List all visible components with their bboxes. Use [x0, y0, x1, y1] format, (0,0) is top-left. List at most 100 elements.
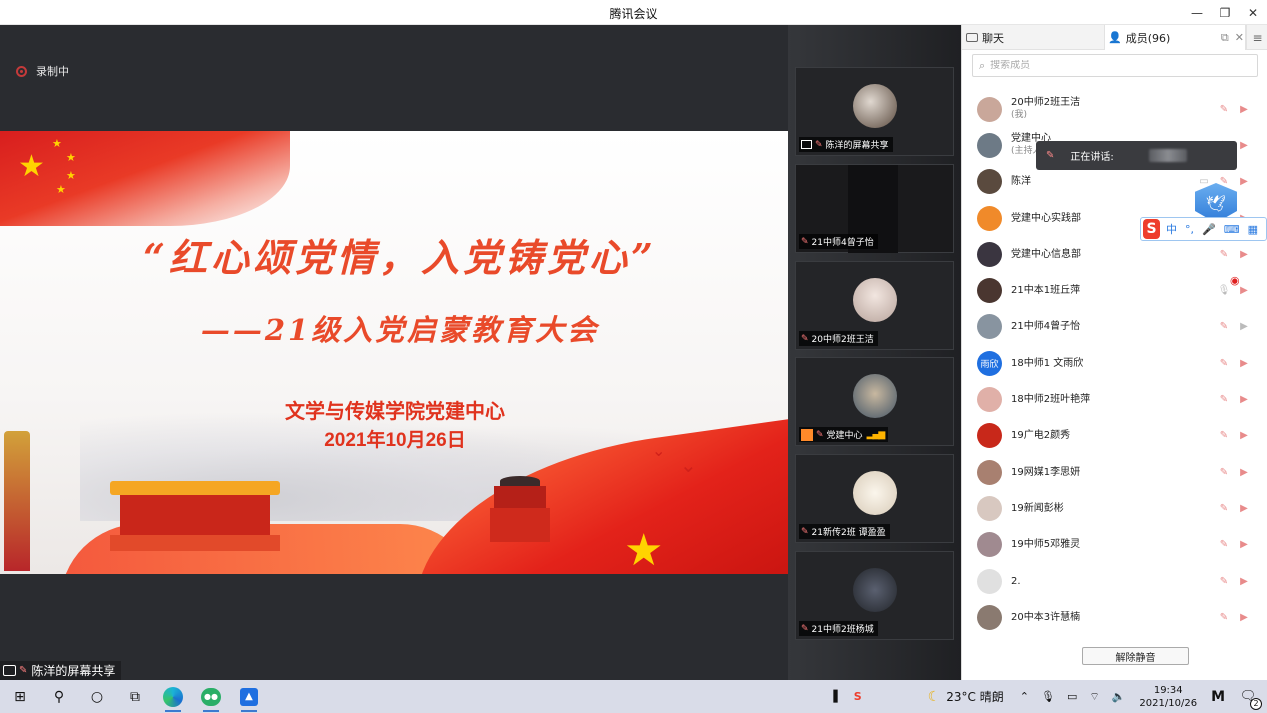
pillar-graphic: [4, 431, 30, 571]
mic-muted-icon[interactable]: ✎: [1214, 394, 1234, 405]
member-list: 20中师2班王洁(我)✎▶党建中心(主持人)✎▶陈洋▭✎▶党建中心实践部✎▶党建…: [962, 91, 1267, 635]
window-controls: — ❐ ✕: [1183, 0, 1267, 25]
mic-muted-icon[interactable]: ✎: [1214, 430, 1234, 441]
tab-chat[interactable]: 聊天: [966, 25, 1104, 50]
wechat-icon[interactable]: ●●: [192, 680, 230, 713]
member-row[interactable]: 21中师4曾子怡 ✎ ▶: [962, 309, 1267, 345]
wifi-icon[interactable]: ⌔: [1089, 690, 1099, 704]
slide-title: “红心颂党情，入党铸党心”: [143, 235, 657, 280]
avatar: [977, 459, 1002, 485]
app-tray-icon[interactable]: M: [1211, 689, 1225, 705]
weather-widget[interactable]: ☾ 23°C 晴朗: [928, 688, 1004, 705]
camera-off-icon[interactable]: ▶: [1234, 249, 1254, 260]
camera-off-icon[interactable]: ▶: [1234, 503, 1254, 514]
search-icon[interactable]: ⚲: [40, 680, 78, 713]
notification-icon[interactable]: 🗨 2: [1237, 686, 1262, 710]
mic-tray-icon[interactable]: 🎙: [1041, 690, 1055, 703]
menu-icon[interactable]: ≡: [1246, 25, 1267, 50]
member-search[interactable]: ⌕: [972, 54, 1258, 77]
sogou-tray-icon[interactable]: S: [854, 690, 862, 703]
member-row[interactable]: 20中师2班王洁 (我) ✎ ▶: [962, 91, 1267, 127]
video-tile[interactable]: ✎ 21中师2班杨城: [795, 551, 954, 640]
battery-icon[interactable]: ▭: [1067, 690, 1077, 703]
edge-browser-icon[interactable]: [154, 680, 192, 713]
ime-mode[interactable]: 中: [1166, 221, 1177, 237]
chevron-up-icon[interactable]: ⌃: [1020, 690, 1029, 703]
video-tile[interactable]: ✎ 陈洋的屏幕共享: [795, 67, 954, 156]
volume-icon[interactable]: 🔈: [1112, 690, 1126, 703]
member-name: 党建中心信息部: [1011, 248, 1081, 260]
camera-off-icon[interactable]: ▶: [1234, 612, 1254, 623]
camera-off-icon[interactable]: ▶: [1234, 576, 1254, 587]
mic-icon[interactable]: 🎙: [1214, 285, 1234, 296]
mic-muted-icon[interactable]: ✎: [1214, 104, 1234, 115]
camera-off-icon[interactable]: ▶: [1234, 104, 1254, 115]
member-row[interactable]: 18中师2班叶艳萍 ✎ ▶: [962, 381, 1267, 417]
ime-toolbar[interactable]: S 中 °, 🎤 ⌨ ▦: [1140, 217, 1267, 241]
video-tile[interactable]: ✎ 21新传2班 谭盈盈: [795, 454, 954, 543]
unmute-button[interactable]: 解除静音: [1082, 647, 1189, 665]
bird-icon: ⌄: [652, 441, 666, 460]
camera-off-icon[interactable]: ▶: [1234, 430, 1254, 441]
camera-off-icon[interactable]: ▶: [1234, 285, 1254, 296]
mic-muted-icon: ✎: [801, 526, 809, 537]
mic-muted-icon[interactable]: ✎: [1214, 503, 1234, 514]
sogou-logo-icon[interactable]: S: [1143, 219, 1160, 239]
member-row[interactable]: 党建中心信息部 ◉ ✎ ▶: [962, 236, 1267, 287]
mic-muted-icon[interactable]: ✎: [1214, 249, 1234, 260]
video-tile[interactable]: ✎ 20中师2班王洁: [795, 261, 954, 350]
mic-muted-icon[interactable]: ✎: [1214, 576, 1234, 587]
member-row[interactable]: 20中本3许慧楠 ✎ ▶: [962, 599, 1267, 635]
ime-keyboard-icon[interactable]: ⌨: [1224, 223, 1240, 236]
mic-muted-icon[interactable]: ✎: [1214, 321, 1234, 332]
camera-off-icon[interactable]: ▶: [1234, 140, 1254, 151]
avatar: [977, 604, 1002, 630]
windows-start-icon[interactable]: ⊞: [0, 680, 40, 713]
mic-muted-icon[interactable]: ✎: [1214, 612, 1234, 623]
camera-off-icon[interactable]: ▶: [1234, 539, 1254, 550]
member-row[interactable]: 19新闻彭彬 ✎ ▶: [962, 490, 1267, 526]
mic-muted-icon[interactable]: ✎: [1214, 358, 1234, 369]
member-row[interactable]: 19广电2颜秀 ✎ ▶: [962, 418, 1267, 454]
mic-muted-icon[interactable]: ✎: [1214, 539, 1234, 550]
member-name: 20中本3许慧楠: [1011, 611, 1081, 623]
member-row[interactable]: 雨欣 18中师1 文雨欣 ✎ ▶: [962, 345, 1267, 381]
restore-icon[interactable]: ❐: [1211, 0, 1239, 25]
shared-slide: ★ ★ ★ ★ ★ ★ ⌄ ⌄ “红心颂党情，入党铸党心” ——21级入党启蒙教…: [0, 131, 788, 574]
popout-icon[interactable]: ⧉: [1221, 31, 1229, 45]
ime-grid-icon[interactable]: ▦: [1248, 223, 1258, 236]
cortana-icon[interactable]: ○: [78, 680, 116, 713]
recording-label: 录制中: [36, 65, 69, 78]
ime-mic-icon[interactable]: 🎤: [1202, 223, 1216, 236]
minimize-icon[interactable]: —: [1183, 0, 1211, 25]
member-row[interactable]: 19网媒1李思妍 ✎ ▶: [962, 454, 1267, 490]
member-row[interactable]: 21中本1班丘萍 🎙 ▶: [962, 272, 1267, 308]
camera-off-icon[interactable]: ▶: [1234, 394, 1254, 405]
screen-share-icon: [801, 140, 812, 149]
mic-muted-icon: ✎: [801, 236, 809, 247]
member-row[interactable]: 2. ✎ ▶: [962, 563, 1267, 599]
camera-off-icon[interactable]: ▶: [1234, 358, 1254, 369]
video-tile[interactable]: ✎ 党建中心 ▂▄▆: [795, 357, 954, 446]
clock[interactable]: 19:34 2021/10/26: [1139, 684, 1197, 710]
meeting-stage: 录制中 ★ ★ ★ ★ ★ ★ ⌄ ⌄ “红心颂党情，入党铸党心” ——21级入…: [0, 25, 788, 680]
camera-off-icon[interactable]: ▶: [1234, 467, 1254, 478]
mic-muted-icon: ✎: [815, 139, 823, 150]
camera-off-icon[interactable]: ▶: [1234, 176, 1254, 187]
ime-punct[interactable]: °,: [1185, 223, 1194, 236]
tencent-meeting-icon[interactable]: ▲: [230, 680, 268, 713]
star-icon: ★: [18, 149, 45, 184]
mic-muted-icon[interactable]: ✎: [1214, 467, 1234, 478]
member-role: (我): [1011, 110, 1028, 121]
avatar: [853, 471, 897, 515]
camera-off-icon[interactable]: ▶: [1234, 321, 1254, 332]
recording-indicator[interactable]: 录制中: [16, 63, 69, 79]
slide-subtitle: ——21级入党启蒙教育大会: [200, 313, 600, 347]
video-strip: ✎ 陈洋的屏幕共享 ✎ 21中师4曾子怡 ✎ 20中师2班王洁 ✎ 党建中心 ▂▄▆ ✎ 2…: [788, 25, 961, 680]
close-icon[interactable]: ✕: [1239, 0, 1267, 25]
search-input[interactable]: [990, 60, 1241, 71]
video-tile[interactable]: ✎ 21中师4曾子怡: [795, 164, 954, 253]
close-icon[interactable]: ✕: [1235, 31, 1244, 44]
member-row[interactable]: 19中师5邓雅灵 ✎ ▶: [962, 527, 1267, 563]
task-view-icon[interactable]: ⧉: [116, 680, 154, 713]
